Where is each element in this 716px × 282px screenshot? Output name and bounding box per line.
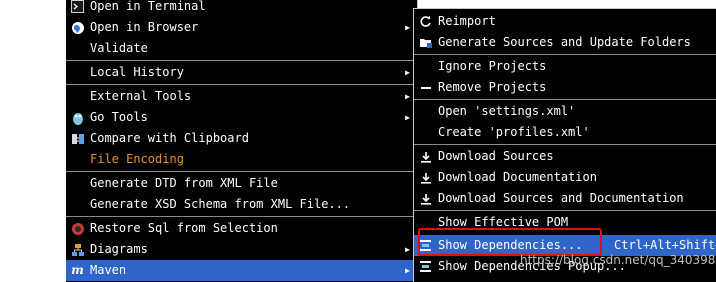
menu-item-label: Ignore Projects (438, 59, 547, 73)
menu-item-diagrams[interactable]: Diagrams ▶ (66, 239, 417, 260)
menu-item-open-in-terminal[interactable]: Open in Terminal (66, 0, 417, 17)
submenu-arrow-icon: ▶ (405, 113, 410, 122)
menu-separator (66, 171, 417, 172)
menu-item-reimport[interactable]: Reimport (414, 11, 716, 32)
minus-icon (418, 80, 433, 95)
menu-item-label: Local History (90, 65, 184, 79)
refresh-icon (418, 14, 433, 29)
menu-item-download-sources-docs[interactable]: Download Sources and Documentation (414, 188, 716, 209)
menu-item-label: Generate Sources and Update Folders (438, 35, 691, 49)
menu-item-label: Open in Terminal (90, 0, 206, 13)
menu-item-label: Download Sources and Documentation (438, 191, 684, 205)
menu-item-compare-with-clipboard[interactable]: Compare with Clipboard (66, 128, 417, 149)
menu-separator (414, 210, 716, 211)
menu-item-external-tools[interactable]: External Tools ▶ (66, 86, 417, 107)
menu-item-download-sources[interactable]: Download Sources (414, 146, 716, 167)
menu-separator (414, 144, 716, 145)
menu-item-label: Create 'profiles.xml' (438, 125, 590, 139)
diagram-icon (70, 242, 85, 257)
menu-item-label: External Tools (90, 89, 192, 103)
gopher-icon (70, 110, 85, 125)
menu-item-label: Compare with Clipboard (90, 131, 249, 145)
menu-item-local-history[interactable]: Local History ▶ (66, 62, 417, 83)
menu-item-label: Validate (90, 41, 148, 55)
menu-item-restore-sql[interactable]: Restore Sql from Selection (66, 218, 417, 239)
menu-item-generate-sources[interactable]: Generate Sources and Update Folders (414, 32, 716, 53)
menu-item-go-tools[interactable]: Go Tools ▶ (66, 107, 417, 128)
sql-icon (70, 221, 85, 236)
menu-item-generate-xsd[interactable]: Generate XSD Schema from XML File... (66, 194, 417, 215)
dependencies-icon (418, 259, 433, 274)
menu-item-create-profiles[interactable]: Create 'profiles.xml' (414, 122, 716, 143)
folder-gen-icon (418, 35, 433, 50)
menu-separator (414, 99, 716, 100)
submenu-arrow-icon: ▶ (405, 68, 410, 77)
download-icon (418, 191, 433, 206)
menu-item-open-in-browser[interactable]: Open in Browser ▶ (66, 17, 417, 38)
menu-item-label: Diagrams (90, 242, 148, 256)
menu-item-label: Generate DTD from XML File (90, 176, 278, 190)
menu-item-label: Restore Sql from Selection (90, 221, 278, 235)
maven-icon: m (71, 263, 84, 277)
compare-icon (70, 131, 85, 146)
menu-item-validate[interactable]: Validate (66, 38, 417, 59)
watermark: https://blog.csdn.net/qq_34039868 (520, 253, 716, 267)
globe-icon (70, 20, 85, 35)
menu-separator (414, 54, 716, 55)
menu-item-remove-projects[interactable]: Remove Projects (414, 77, 716, 98)
menu-separator (66, 84, 417, 85)
menu-item-open-settings[interactable]: Open 'settings.xml' (414, 101, 716, 122)
menu-separator (66, 60, 417, 61)
download-icon (418, 149, 433, 164)
menu-item-label: Download Sources (438, 149, 554, 163)
menu-item-download-documentation[interactable]: Download Documentation (414, 167, 716, 188)
menu-item-ignore-projects[interactable]: Ignore Projects (414, 56, 716, 77)
menu-item-generate-dtd[interactable]: Generate DTD from XML File (66, 173, 417, 194)
download-icon (418, 170, 433, 185)
terminal-icon (70, 0, 85, 14)
menu-item-label: File Encoding (90, 152, 184, 166)
submenu-arrow-icon: ▶ (405, 23, 410, 32)
menu-separator (66, 216, 417, 217)
menu-item-label: Open 'settings.xml' (438, 104, 576, 118)
submenu-arrow-icon: ▶ (405, 92, 410, 101)
menu-item-label: Remove Projects (438, 80, 547, 94)
menu-item-file-encoding[interactable]: File Encoding (66, 149, 417, 170)
menu-item-label: Go Tools (90, 110, 148, 124)
menu-item-label: Generate XSD Schema from XML File... (90, 197, 351, 211)
highlight-box (418, 228, 602, 256)
menu-item-label: Download Documentation (438, 170, 597, 184)
menu-item-label: Open in Browser (90, 20, 199, 34)
context-menu: Open in Terminal Open in Browser ▶ Valid… (66, 0, 418, 282)
submenu-arrow-icon: ▶ (405, 245, 410, 254)
menu-item-label: Reimport (438, 14, 496, 28)
